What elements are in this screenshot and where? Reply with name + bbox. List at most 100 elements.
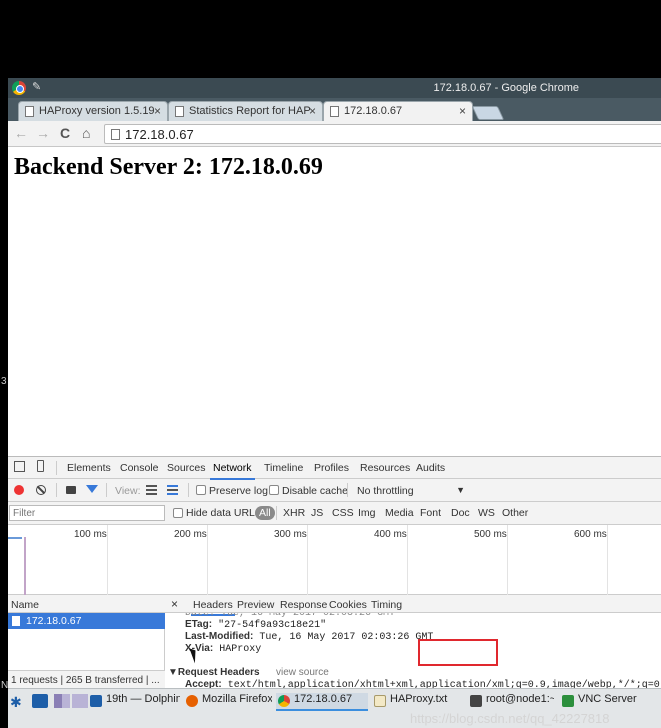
new-tab-button[interactable]	[471, 106, 505, 120]
taskbar-item-haproxy-txt[interactable]: HAProxy.txt	[372, 693, 464, 711]
header-last-modified[interactable]: Last-Modified: Tue, 16 May 2017 02:03:26…	[185, 631, 433, 643]
record-icon[interactable]	[14, 485, 24, 495]
type-filter-css[interactable]: CSS	[332, 507, 354, 519]
devtools-tab-sources[interactable]: Sources	[167, 462, 206, 474]
camera-icon[interactable]	[66, 486, 76, 494]
devtools-tab-audits[interactable]: Audits	[416, 462, 445, 474]
mail-icon[interactable]	[32, 694, 48, 708]
address-url: 172.18.0.67	[125, 127, 194, 142]
request-summary: 1 requests | 265 B transferred | ...	[8, 670, 165, 689]
detail-tab-headers[interactable]: Headers	[191, 599, 235, 616]
tab-current[interactable]: 172.18.0.67 ×	[323, 101, 473, 121]
view-label: View:	[115, 485, 141, 497]
tab-label: 172.18.0.67	[344, 105, 403, 117]
divider	[106, 483, 107, 497]
type-filter-xhr[interactable]: XHR	[283, 507, 305, 519]
taskbar-label: VNC Server	[578, 693, 637, 705]
watermark: https://blog.csdn.net/qq_42227818	[410, 711, 610, 726]
grid-line	[507, 525, 508, 595]
home-icon[interactable]: ⌂	[82, 125, 90, 141]
request-row[interactable]: 172.18.0.67	[8, 613, 165, 629]
taskbar-item-vnc[interactable]: VNC Server	[560, 693, 656, 711]
back-arrow-icon[interactable]: ←	[14, 125, 28, 141]
pager-icon[interactable]	[54, 694, 70, 708]
throttling-value: No throttling	[357, 485, 414, 497]
devtools-tab-resources[interactable]: Resources	[360, 462, 410, 474]
tab-statistics-report[interactable]: Statistics Report for HAP ×	[168, 101, 323, 121]
throttling-select[interactable]: No throttling ▼	[353, 483, 469, 499]
browser-toolbar: ← → C ⌂ 172.18.0.67	[8, 121, 661, 147]
taskbar-item-terminal[interactable]: root@node1:~	[468, 693, 554, 711]
taskbar-item-chrome[interactable]: 172.18.0.67	[276, 693, 368, 711]
view-source-link[interactable]: view source	[276, 667, 329, 678]
devtools-tabbar: Elements Console Sources Network Timelin…	[8, 457, 661, 480]
header-value: HAProxy	[219, 644, 262, 655]
type-filter-other[interactable]: Other	[502, 507, 528, 519]
large-rows-icon[interactable]	[146, 485, 157, 495]
tab-close-icon[interactable]: ×	[459, 104, 466, 118]
network-overview[interactable]: 100 ms 200 ms 300 ms 400 ms 500 ms 600 m…	[8, 525, 661, 595]
type-filter-font[interactable]: Font	[420, 507, 441, 519]
tab-haproxy-version[interactable]: HAProxy version 1.5.19 ×	[18, 101, 168, 121]
page-icon	[330, 106, 339, 117]
devtools-tab-elements[interactable]: Elements	[67, 462, 111, 474]
inspect-element-icon[interactable]	[14, 461, 25, 472]
clear-icon[interactable]	[36, 485, 46, 495]
tick-label: 500 ms	[474, 529, 507, 540]
detail-tab-response[interactable]: Response	[280, 599, 327, 611]
overview-icon[interactable]	[167, 485, 178, 495]
preserve-log-checkbox[interactable]	[196, 485, 206, 495]
type-filter-img[interactable]: Img	[358, 507, 376, 519]
kde-menu-icon[interactable]: ✱	[10, 694, 26, 710]
filter-icon[interactable]	[86, 485, 98, 493]
request-list: Name 172.18.0.67 1 requests | 265 B tran…	[8, 595, 165, 689]
type-filter-all[interactable]: All	[255, 506, 275, 520]
pager-icon[interactable]	[72, 694, 88, 708]
address-bar[interactable]: 172.18.0.67	[104, 124, 661, 144]
detail-tab-timing[interactable]: Timing	[371, 599, 402, 611]
type-filter-js[interactable]: JS	[311, 507, 323, 519]
detail-tab-preview[interactable]: Preview	[237, 599, 274, 611]
forward-arrow-icon[interactable]: →	[36, 125, 50, 141]
devtools-tab-profiles[interactable]: Profiles	[314, 462, 349, 474]
devtools-tab-console[interactable]: Console	[120, 462, 159, 474]
close-icon[interactable]: ×	[171, 597, 178, 611]
grid-line	[307, 525, 308, 595]
tab-close-icon[interactable]: ×	[309, 104, 316, 118]
page-heading: Backend Server 2: 172.18.0.69	[14, 154, 323, 180]
type-filter-media[interactable]: Media	[385, 507, 414, 519]
desktop: ✎ 172.18.0.67 - Google Chrome HAProxy ve…	[8, 78, 661, 728]
reload-icon[interactable]: C	[60, 125, 70, 141]
type-filter-ws[interactable]: WS	[478, 507, 495, 519]
taskbar-label: Mozilla Firefox	[202, 693, 272, 705]
timeline-request-bar	[8, 537, 22, 539]
request-headers-title[interactable]: ▼Request Headers	[168, 667, 260, 678]
disable-cache-checkbox[interactable]	[269, 485, 279, 495]
grid-line	[107, 525, 108, 595]
divider	[276, 506, 277, 520]
tab-close-icon[interactable]: ×	[154, 104, 161, 118]
devtools-tab-timeline[interactable]: Timeline	[264, 462, 303, 474]
firefox-icon	[186, 695, 198, 707]
devtools-tab-network[interactable]: Network	[210, 462, 254, 480]
taskbar-item-firefox[interactable]: Mozilla Firefox	[184, 693, 272, 711]
filter-input[interactable]	[9, 505, 165, 521]
type-filter-doc[interactable]: Doc	[451, 507, 470, 519]
header-name: ETag:	[185, 619, 213, 630]
tick-label: 100 ms	[74, 529, 107, 540]
taskbar-item-dolphin[interactable]: 19th — Dolphin	[88, 693, 180, 711]
device-mode-icon[interactable]	[37, 460, 44, 472]
grid-line	[407, 525, 408, 595]
pin-icon[interactable]: ✎	[32, 80, 41, 93]
tick-label: 600 ms	[574, 529, 607, 540]
column-header-name[interactable]: Name	[8, 595, 165, 613]
detail-tabbar: × Headers Preview Response Cookies Timin…	[165, 595, 661, 616]
timeline-load-marker	[24, 537, 26, 595]
hide-data-urls-checkbox[interactable]	[173, 508, 183, 518]
filter-bar: Hide data URLs All XHR JS CSS Img Media …	[8, 502, 661, 525]
header-etag[interactable]: ETag: "27-54f9a93c18e21"	[185, 619, 326, 631]
tab-label: HAProxy version 1.5.19	[39, 105, 155, 117]
window-titlebar[interactable]: ✎ 172.18.0.67 - Google Chrome	[8, 78, 661, 98]
page-icon	[25, 106, 34, 117]
detail-tab-cookies[interactable]: Cookies	[329, 599, 367, 611]
